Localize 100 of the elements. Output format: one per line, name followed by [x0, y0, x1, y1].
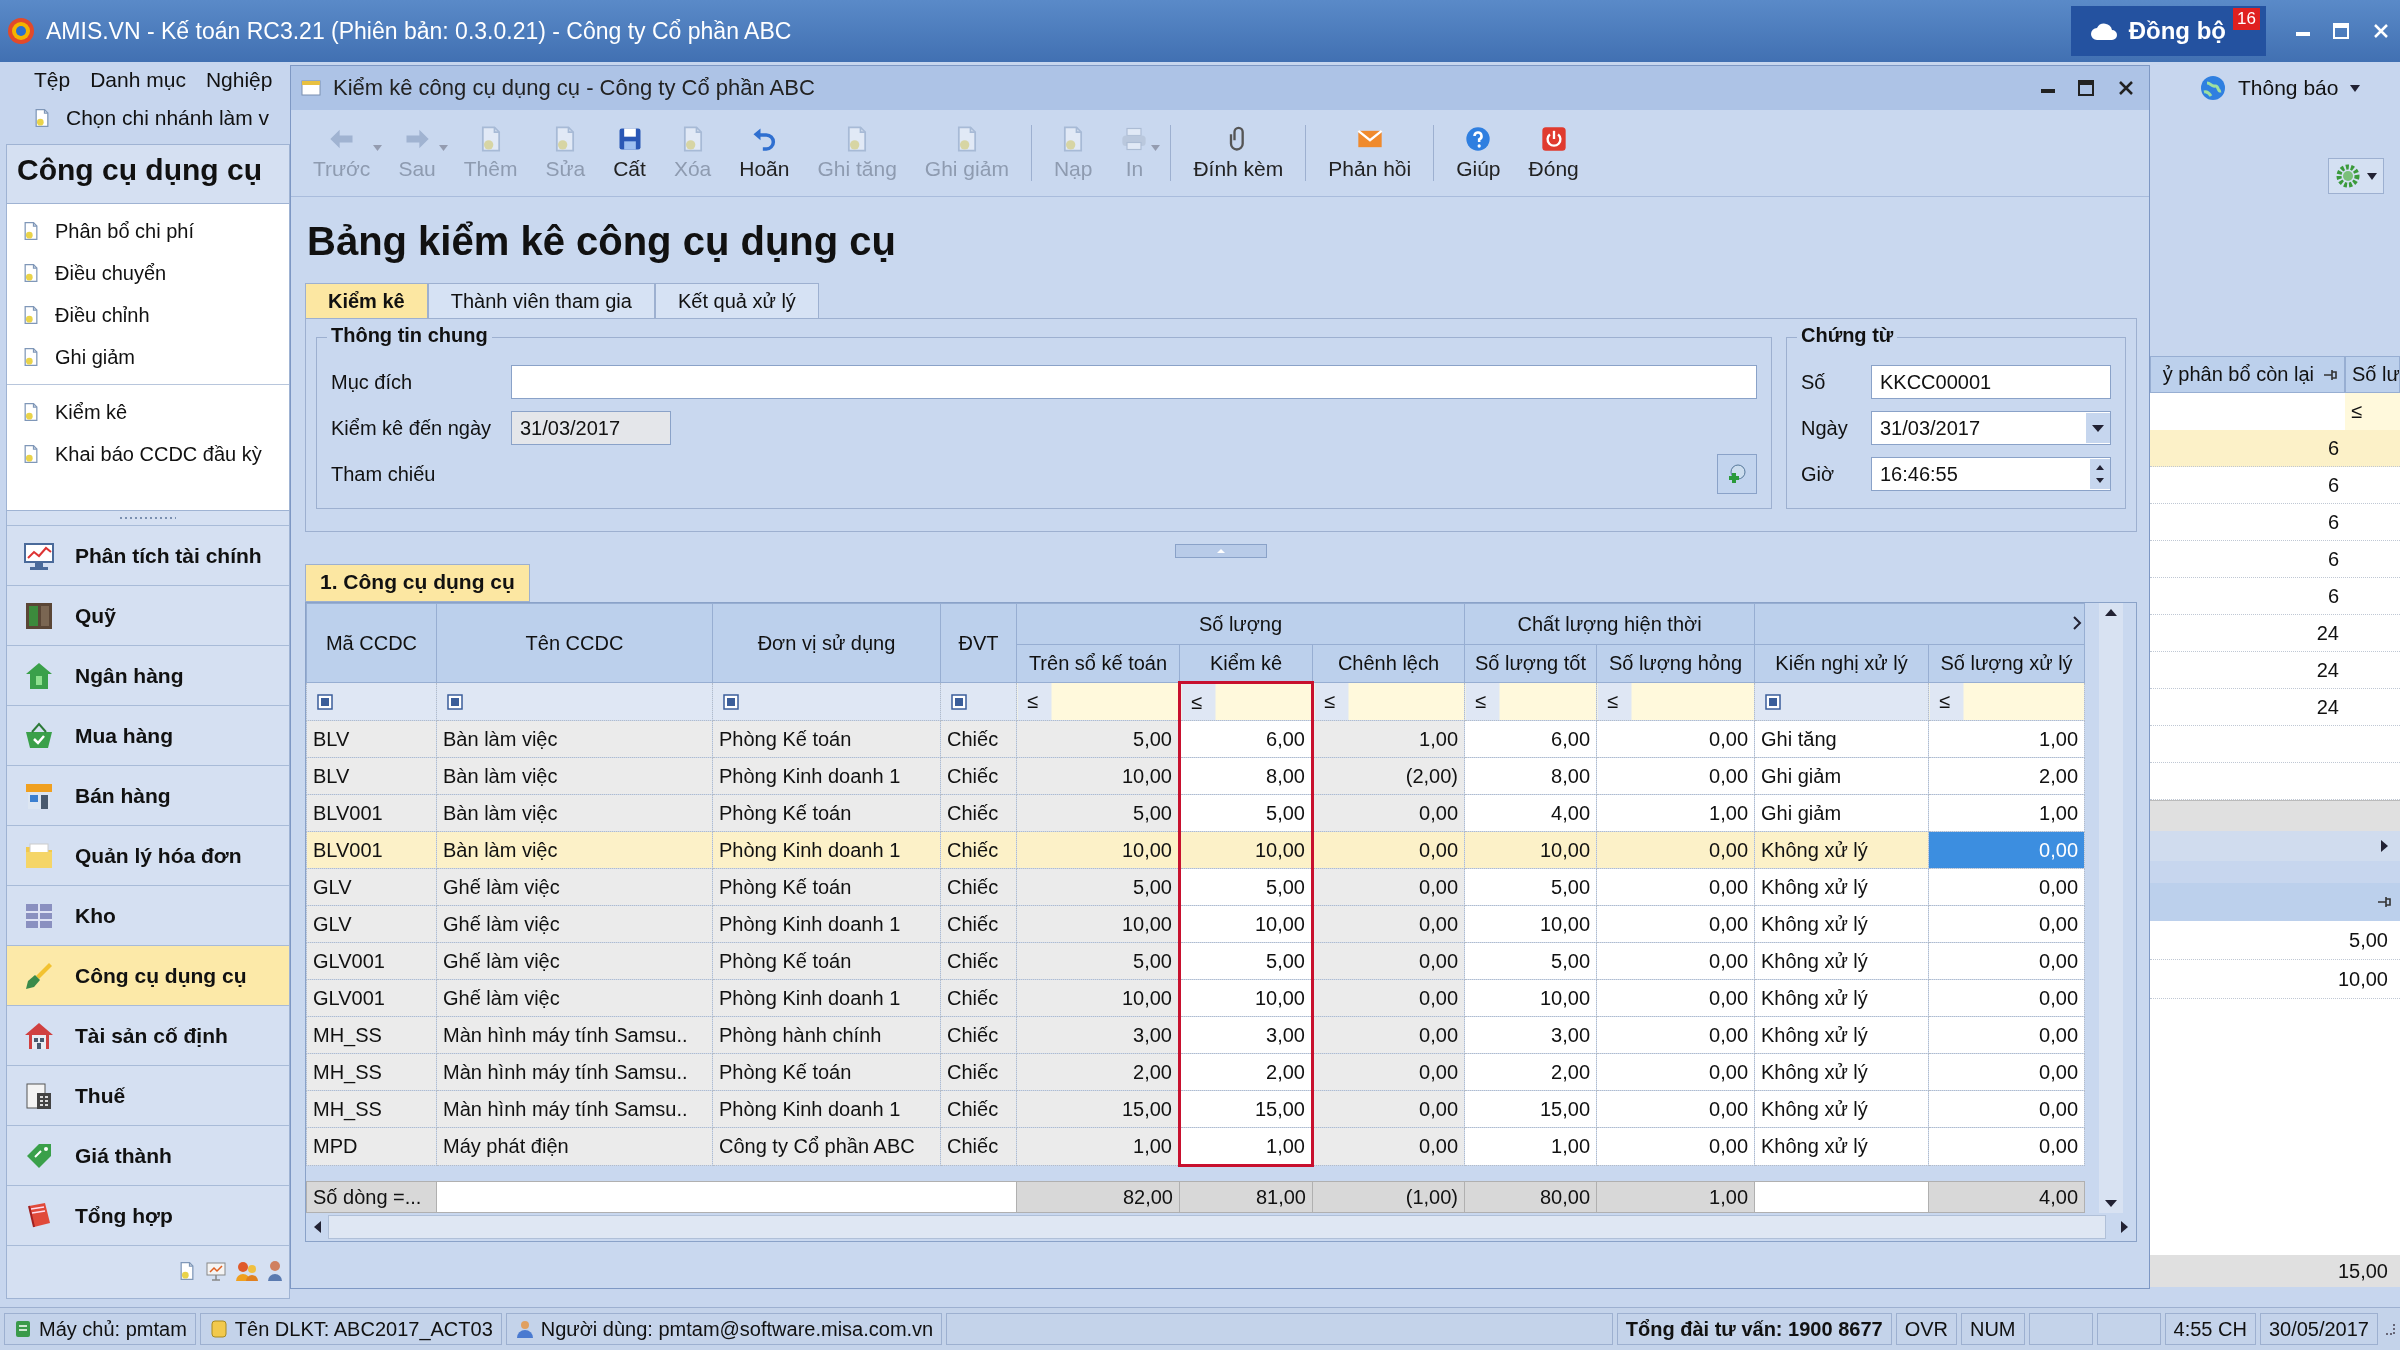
- task-link[interactable]: Điều chỉnh: [7, 294, 289, 336]
- column-header[interactable]: ỷ phân bổ còn lại: [2150, 356, 2345, 393]
- column-header[interactable]: Số lư: [2345, 356, 2400, 393]
- toolbar-button[interactable]: Cất: [601, 113, 658, 193]
- filter-cell[interactable]: ≤: [1016, 682, 1180, 721]
- column-header[interactable]: Kiểm kê: [1179, 644, 1313, 683]
- toolbar-button[interactable]: Hoãn: [727, 113, 802, 193]
- filter-cell[interactable]: ≤: [1179, 682, 1313, 721]
- table-row[interactable]: 6: [2150, 467, 2400, 504]
- table-cell: 1,00: [1312, 720, 1465, 758]
- filter-cell[interactable]: ≤: [1312, 682, 1465, 721]
- toolbar-button[interactable]: Đính kèm: [1181, 113, 1296, 193]
- column-header[interactable]: ĐVT: [940, 603, 1017, 683]
- date-picker[interactable]: 31/03/2017: [1871, 411, 2111, 445]
- column-header[interactable]: Số lượng hỏng: [1596, 644, 1755, 683]
- module-item[interactable]: Quản lý hóa đơn: [7, 825, 289, 885]
- filter-cell[interactable]: [712, 682, 941, 721]
- table-cell: 5,00: [1464, 942, 1597, 980]
- table-cell: 1,00: [1928, 794, 2085, 832]
- task-link[interactable]: Ghi giảm: [7, 336, 289, 378]
- table-row[interactable]: 24: [2150, 689, 2400, 726]
- tab[interactable]: Thành viên tham gia: [427, 283, 655, 319]
- module-item[interactable]: Tài sản cố định: [7, 1005, 289, 1065]
- task-link[interactable]: Kiểm kê: [7, 391, 289, 433]
- filter-operator[interactable]: ≤: [1324, 690, 1335, 712]
- time-field[interactable]: 16:46:55: [1871, 457, 2111, 491]
- menu-item[interactable]: Nghiệp: [205, 68, 273, 92]
- table-cell: 15,00: [1464, 1090, 1597, 1128]
- table-cell: Phòng Kinh doanh 1: [712, 979, 941, 1017]
- module-item[interactable]: Giá thành: [7, 1125, 289, 1185]
- toolbar-button[interactable]: Đóng: [1516, 113, 1591, 193]
- column-header[interactable]: Trên sổ kế toán: [1016, 644, 1180, 683]
- table-row[interactable]: 6: [2150, 578, 2400, 615]
- filter-operator[interactable]: ≤: [1027, 690, 1038, 712]
- toolbar-button[interactable]: Phản hồi: [1316, 113, 1424, 193]
- column-header[interactable]: Chênh lệch: [1312, 644, 1465, 683]
- column-header[interactable]: Số lượng tốt: [1464, 644, 1597, 683]
- filter-cell[interactable]: ≤: [1464, 682, 1597, 721]
- window-title: Kiểm kê công cụ dụng cụ - Công ty Cổ phần ABC: [333, 75, 815, 101]
- chevron-right-icon: [2072, 615, 2082, 631]
- table-row[interactable]: 6: [2150, 541, 2400, 578]
- filter-cell[interactable]: [940, 682, 1017, 721]
- total-cell: 81,00: [1179, 1181, 1313, 1213]
- settings-button[interactable]: [2328, 158, 2384, 194]
- task-link[interactable]: Khai báo CCDC đầu kỳ: [7, 433, 289, 475]
- notification-badge: 16: [2233, 8, 2260, 30]
- module-item[interactable]: Phân tích tài chính: [7, 525, 289, 585]
- table-cell: Phòng Kinh doanh 1: [712, 1090, 941, 1128]
- module-item[interactable]: Công cụ dụng cụ: [7, 945, 289, 1005]
- settings-icon: [2335, 163, 2361, 189]
- input-field[interactable]: [511, 365, 1757, 399]
- filter-list-icon: [723, 693, 739, 710]
- column-header[interactable]: Mã CCDC: [306, 603, 437, 683]
- table-cell: Phòng Kế toán: [712, 1053, 941, 1091]
- help-icon: [1464, 125, 1493, 153]
- menu-item[interactable]: Tệp: [34, 68, 71, 92]
- tab[interactable]: Kiểm kê: [305, 283, 428, 319]
- filter-operator[interactable]: ≤: [1607, 690, 1618, 712]
- tab[interactable]: Kết quả xử lý: [654, 283, 819, 319]
- table-cell: 0,00: [1312, 979, 1465, 1017]
- horizontal-scrollbar[interactable]: [2150, 831, 2400, 861]
- column-header[interactable]: Tên CCDC: [436, 603, 713, 683]
- filter-cell[interactable]: ≤: [1928, 682, 2085, 721]
- filter-operator[interactable]: ≤: [1939, 690, 1950, 712]
- column-header[interactable]: Đơn vị sử dụng: [712, 603, 941, 683]
- section-tab[interactable]: 1. Công cụ dụng cụ: [305, 564, 530, 602]
- sync-button[interactable]: Đồng bộ 16: [2070, 6, 2266, 56]
- task-link[interactable]: Phân bổ chi phí: [7, 210, 289, 252]
- column-header[interactable]: Số lượng xử lý: [1928, 644, 2085, 683]
- filter-operator[interactable]: ≤: [2351, 400, 2362, 423]
- pin-icon[interactable]: [2376, 894, 2392, 910]
- task-link[interactable]: Điều chuyển: [7, 252, 289, 294]
- column-header[interactable]: Kiến nghị xử lý: [1754, 644, 1929, 683]
- filter-cell[interactable]: ≤: [1596, 682, 1755, 721]
- notifications-button[interactable]: Thông báo: [2238, 76, 2339, 100]
- table-cell: Chiếc: [940, 979, 1017, 1017]
- module-item[interactable]: Bán hàng: [7, 765, 289, 825]
- table-row[interactable]: 24: [2150, 652, 2400, 689]
- filter-cell[interactable]: [436, 682, 713, 721]
- module-item[interactable]: Tổng hợp: [7, 1185, 289, 1245]
- module-item[interactable]: Thuế: [7, 1065, 289, 1125]
- add-reference-button[interactable]: [1717, 454, 1757, 494]
- toolbar-button[interactable]: Giúp: [1444, 113, 1513, 193]
- table-row[interactable]: 24: [2150, 615, 2400, 652]
- filter-cell[interactable]: [1754, 682, 1929, 721]
- table-row[interactable]: 6: [2150, 504, 2400, 541]
- input-field[interactable]: KKCC00001: [1871, 365, 2111, 399]
- menu-item[interactable]: Danh mục: [90, 68, 186, 92]
- filter-operator[interactable]: ≤: [1191, 690, 1202, 713]
- branch-selector[interactable]: Chọn chi nhánh làm v: [66, 106, 270, 130]
- module-item[interactable]: Ngân hàng: [7, 645, 289, 705]
- status-text: Tổng đài tư vấn: 1900 8677: [1625, 1317, 1883, 1341]
- filter-cell[interactable]: [306, 682, 437, 721]
- table-cell: Chiếc: [940, 942, 1017, 980]
- module-item[interactable]: Mua hàng: [7, 705, 289, 765]
- filter-cell[interactable]: ≤: [2345, 393, 2400, 430]
- table-row[interactable]: 6: [2150, 430, 2400, 467]
- module-item[interactable]: Quỹ: [7, 585, 289, 645]
- filter-operator[interactable]: ≤: [1475, 690, 1486, 712]
- vertical-scrollbar[interactable]: [2099, 603, 2124, 1213]
